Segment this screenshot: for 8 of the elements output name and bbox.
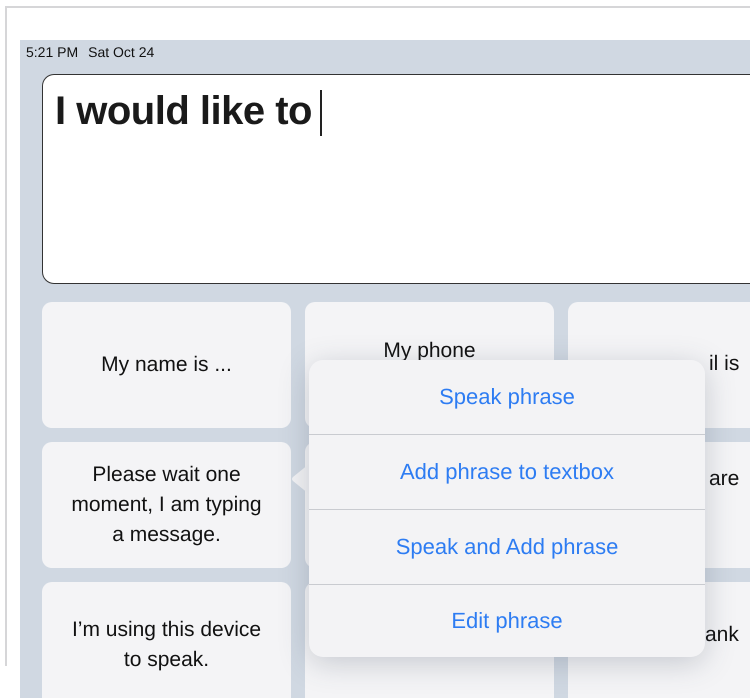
phrase-text: Please wait one moment, I am typing a message.	[70, 462, 263, 548]
phrase-text: My name is ...	[101, 352, 232, 378]
status-time: 5:21 PM	[26, 44, 78, 62]
status-date: Sat Oct 24	[88, 44, 154, 62]
phrase-text: I’m using this device to speak.	[70, 617, 262, 673]
phrase-text: il is	[709, 351, 740, 377]
phrase-text: are	[709, 466, 740, 492]
phrase-text: ank	[705, 622, 739, 648]
